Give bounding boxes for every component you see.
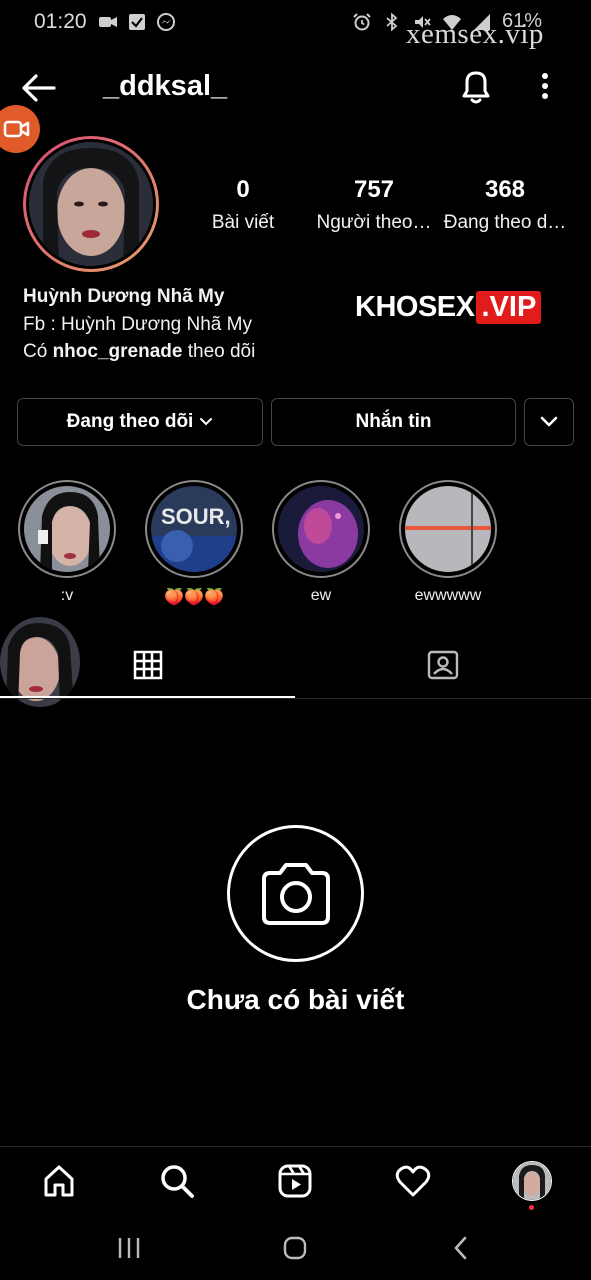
story-highlight[interactable]: :v xyxy=(17,480,117,605)
home-icon xyxy=(44,1165,74,1197)
watermark-mid: KHOSEX .VIP xyxy=(355,291,542,324)
recents-icon xyxy=(118,1238,140,1258)
chevron-down-icon xyxy=(200,418,213,426)
profile-header: _ddksal_ xyxy=(0,58,591,118)
nav-activity[interactable] xyxy=(393,1161,433,1201)
system-back-button[interactable] xyxy=(441,1232,481,1264)
chevron-down-icon xyxy=(540,416,558,427)
following-button-label: Đang theo dõi xyxy=(66,411,194,432)
nav-search[interactable] xyxy=(157,1161,197,1201)
following-count: 368 xyxy=(484,176,526,203)
watermark-mid-badge: .VIP xyxy=(476,291,542,324)
notification-dot xyxy=(529,1205,534,1210)
story-highlight[interactable]: ewwwww xyxy=(398,480,498,605)
video-chat-bubble[interactable] xyxy=(0,105,40,153)
empty-posts-text: Chưa có bài viết xyxy=(186,984,405,1015)
highlight-label: ew xyxy=(310,587,332,604)
suggested-users-button[interactable] xyxy=(524,398,574,446)
grid-icon xyxy=(133,650,162,680)
tab-tagged[interactable] xyxy=(295,632,591,698)
followed-by[interactable]: Có nhoc_grenade theo dõi xyxy=(23,338,255,366)
bottom-navigation xyxy=(0,1146,591,1216)
profile-username: _ddksal_ xyxy=(103,70,228,102)
followed-by-suffix: theo dõi xyxy=(187,341,256,362)
bio-text: Fb : Huỳnh Dương Nhã My xyxy=(23,313,252,335)
svg-text:SOUR,: SOUR, xyxy=(161,504,231,529)
avatar-photo xyxy=(29,142,153,266)
more-vertical-icon xyxy=(542,73,548,99)
tab-posts-grid[interactable] xyxy=(0,632,295,698)
story-highlight[interactable]: ew xyxy=(271,480,371,605)
message-button[interactable]: Nhắn tin xyxy=(271,398,516,446)
followers-count: 757 xyxy=(353,176,395,203)
highlight-cover xyxy=(405,486,491,572)
messenger-icon xyxy=(157,13,175,31)
status-time: 01:20 xyxy=(34,10,87,33)
video-camera-icon xyxy=(3,120,30,138)
tagged-person-icon xyxy=(427,650,459,680)
recents-button[interactable] xyxy=(109,1232,149,1264)
following-label: Đang theo d… xyxy=(443,212,567,233)
highlight-label: ewwwww xyxy=(414,587,482,604)
posts-label: Bài viết xyxy=(211,212,275,233)
reels-icon xyxy=(278,1164,312,1198)
video-icon xyxy=(99,17,117,27)
story-highlight[interactable]: SOUR, 🍑🍑🍑 xyxy=(144,480,244,607)
stat-followers[interactable]: 757 Người theo… xyxy=(315,176,433,234)
message-button-label: Nhắn tin xyxy=(355,411,432,432)
profile-full-name: Huỳnh Dương Nhã My xyxy=(23,286,225,307)
home-button[interactable] xyxy=(275,1232,315,1264)
check-box-icon xyxy=(129,14,145,30)
search-icon xyxy=(161,1165,194,1198)
followed-by-prefix: Có xyxy=(23,341,48,362)
tab-divider xyxy=(0,698,591,699)
heart-icon xyxy=(395,1165,431,1197)
following-button[interactable]: Đang theo dõi xyxy=(17,398,263,446)
home-button-icon xyxy=(283,1236,307,1260)
back-button[interactable] xyxy=(20,70,60,106)
nav-profile-avatar[interactable] xyxy=(512,1161,552,1201)
posts-count: 0 xyxy=(236,176,250,203)
highlight-cover xyxy=(24,486,110,572)
followed-by-user[interactable]: nhoc_grenade xyxy=(53,341,183,362)
system-navigation xyxy=(0,1216,591,1280)
watermark-top: xemsex.vip xyxy=(406,18,544,50)
more-options-button[interactable] xyxy=(530,68,560,106)
highlight-label: 🍑🍑🍑 xyxy=(164,589,224,606)
stat-posts[interactable]: 0 Bài viết xyxy=(200,176,286,234)
alarm-icon xyxy=(353,12,371,30)
followers-label: Người theo… xyxy=(316,212,432,233)
nav-home[interactable] xyxy=(39,1161,79,1201)
back-chevron-icon xyxy=(454,1236,467,1260)
watermark-mid-text: KHOSEX xyxy=(355,291,475,323)
arrow-left-icon xyxy=(22,74,56,102)
profile-avatar[interactable] xyxy=(23,136,159,272)
empty-posts-camera xyxy=(227,825,364,962)
bluetooth-icon xyxy=(386,12,398,31)
highlight-cover: SOUR, xyxy=(151,486,237,572)
highlight-label: :v xyxy=(60,587,74,604)
nav-reels[interactable] xyxy=(275,1161,315,1201)
profile-bio: Huỳnh Dương Nhã My Fb : Huỳnh Dương Nhã … xyxy=(23,283,255,366)
stat-following[interactable]: 368 Đang theo d… xyxy=(442,176,568,234)
notifications-button[interactable] xyxy=(458,68,494,106)
camera-icon xyxy=(261,862,330,925)
bell-icon xyxy=(462,71,490,104)
highlight-cover xyxy=(278,486,364,572)
